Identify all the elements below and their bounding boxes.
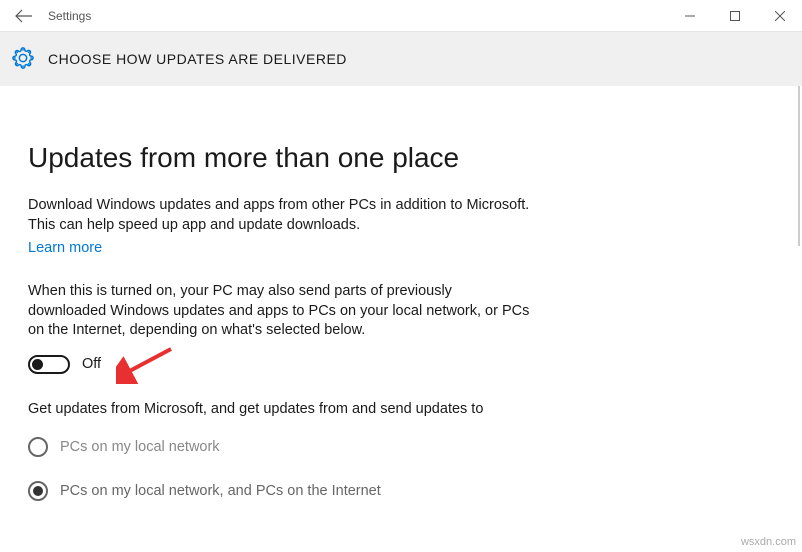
scrollbar[interactable]: [786, 86, 802, 552]
watermark: wsxdn.com: [741, 536, 796, 548]
maximize-icon: [730, 11, 740, 21]
minimize-icon: [685, 11, 695, 21]
window-controls: [667, 0, 802, 31]
scrollbar-thumb[interactable]: [798, 86, 800, 246]
radio-option-local[interactable]: PCs on my local network: [28, 437, 532, 457]
titlebar: Settings: [0, 0, 802, 32]
content: Updates from more than one place Downloa…: [0, 86, 560, 545]
delivery-toggle[interactable]: [28, 355, 70, 374]
radio-button[interactable]: [28, 437, 48, 457]
back-button[interactable]: [0, 0, 48, 32]
toggle-label: Off: [82, 356, 101, 372]
radio-label: PCs on my local network: [60, 439, 220, 455]
back-arrow-icon: [15, 9, 33, 23]
description-2: When this is turned on, your PC may also…: [28, 282, 532, 341]
close-button[interactable]: [757, 0, 802, 32]
window-title: Settings: [48, 9, 667, 23]
toggle-knob: [32, 359, 43, 370]
description-3: Get updates from Microsoft, and get upda…: [28, 400, 532, 420]
description-1: Download Windows updates and apps from o…: [28, 196, 532, 235]
close-icon: [775, 11, 785, 21]
toggle-row: Off: [28, 355, 532, 374]
radio-button[interactable]: [28, 481, 48, 501]
page-header: CHOOSE HOW UPDATES ARE DELIVERED: [0, 32, 802, 86]
minimize-button[interactable]: [667, 0, 712, 32]
radio-option-internet[interactable]: PCs on my local network, and PCs on the …: [28, 481, 532, 501]
gear-icon: [12, 47, 34, 72]
page-title: Updates from more than one place: [28, 142, 532, 174]
learn-more-link[interactable]: Learn more: [28, 240, 102, 256]
maximize-button[interactable]: [712, 0, 757, 32]
radio-label: PCs on my local network, and PCs on the …: [60, 483, 381, 499]
header-title: CHOOSE HOW UPDATES ARE DELIVERED: [48, 51, 347, 67]
